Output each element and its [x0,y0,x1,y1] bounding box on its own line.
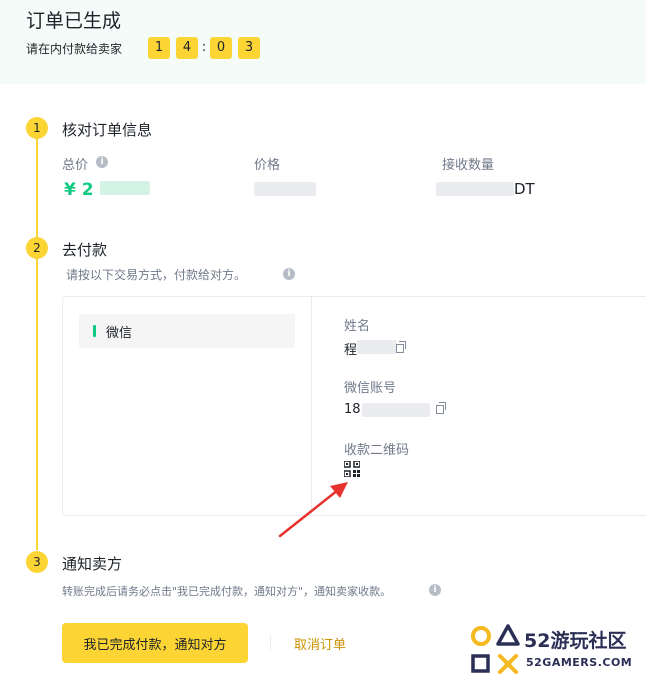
confirm-payment-button[interactable]: 我已完成付款，通知对方 [62,623,248,663]
step-3-number: 3 [26,551,48,573]
total-price-value: ¥ 2 [64,180,94,200]
copy-icon[interactable] [396,341,406,353]
received-quantity-label: 接收数量 [442,158,495,173]
payment-method-label: 微信 [106,326,133,341]
info-icon[interactable]: i [429,584,441,596]
timer-digit: 0 [210,37,232,59]
watermark-title: 52游玩社区 [524,630,627,652]
redacted-price [254,182,316,196]
payment-instruction: 请按以下交易方式，付款给对方。 [66,268,247,282]
redacted-wechat-account [362,403,430,417]
action-separator [270,635,271,651]
redacted-payee-name [357,340,397,354]
copy-icon[interactable] [436,402,446,414]
method-indicator [93,325,96,337]
step-progress-line [36,138,38,550]
wechat-account-value: 18 [344,402,361,417]
timer-digit: 3 [238,37,260,59]
qr-code-icon[interactable] [344,461,360,477]
page-title: 订单已生成 [26,10,122,32]
redacted-quantity [436,182,514,196]
payment-deadline-hint: 请在内付款给卖家 [26,42,123,56]
wechat-account-label: 微信账号 [344,381,397,396]
order-header: 订单已生成 请在内付款给卖家 1 4 : 0 3 [0,0,646,84]
redacted-total-amount [100,181,150,195]
step-2-title: 去付款 [62,241,108,259]
step-3-title: 通知卖方 [62,555,123,573]
cancel-order-link[interactable]: 取消订单 [294,634,346,653]
payment-method-wechat[interactable]: 微信 [79,314,295,348]
payment-qr-label: 收款二维码 [344,443,410,458]
watermark-logo [471,624,520,674]
step-1-number: 1 [26,117,48,139]
payee-name-label: 姓名 [344,319,371,334]
payee-name-value: 程 [344,343,358,358]
watermark-domain: 52GAMERS.COM [526,656,633,669]
step-1-title: 核对订单信息 [62,121,153,139]
quantity-unit: DT [514,180,535,198]
step-2-number: 2 [26,237,48,259]
timer-digit: 1 [148,37,170,59]
info-icon[interactable]: i [96,156,108,168]
site-watermark: 52游玩社区 52GAMERS.COM [468,624,646,678]
notify-instruction: 转账完成后请务必点击"我已完成付款，通知对方"，通知卖家收款。 [62,585,392,598]
total-price-label: 总价 [62,158,89,173]
info-icon[interactable]: i [283,268,295,280]
timer-separator: : [201,40,207,55]
red-arrow-annotation [278,482,348,538]
timer-digit: 4 [176,37,198,59]
price-label: 价格 [254,158,281,173]
